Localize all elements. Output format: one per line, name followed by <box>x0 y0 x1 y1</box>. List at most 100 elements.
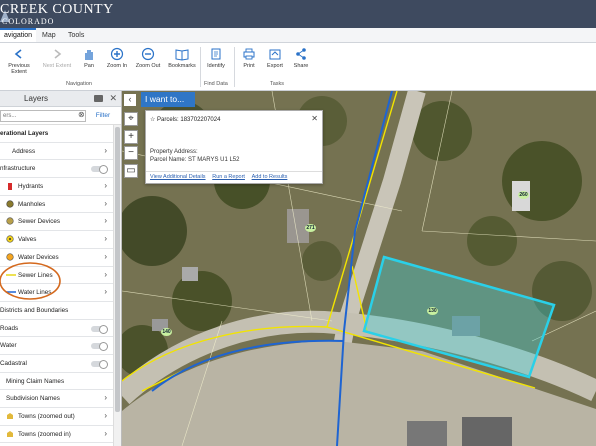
pan-label: Pan <box>84 63 94 69</box>
identify-button[interactable]: Identify <box>199 47 233 69</box>
town-icon <box>6 412 14 420</box>
group-find-data-label: Find Data <box>204 81 228 87</box>
chevron-right-icon[interactable]: › <box>104 252 107 261</box>
chevron-right-icon[interactable]: › <box>104 146 107 155</box>
locate-icon[interactable]: ⌖ <box>124 112 138 126</box>
manhole-icon <box>6 200 14 208</box>
run-report-link[interactable]: Run a Report <box>212 174 245 180</box>
layer-label: nfrastructure <box>0 165 36 173</box>
layer-row[interactable]: Sewer Devices › <box>0 213 121 232</box>
share-label: Share <box>293 63 309 69</box>
hydrant-icon <box>6 182 14 191</box>
layer-row[interactable]: Valves › <box>0 231 121 249</box>
layer-row[interactable]: Towns (zoomed in) › <box>0 426 121 444</box>
zoom-out-icon <box>141 47 155 61</box>
map-zoom-in-button[interactable]: + <box>124 130 138 144</box>
layer-label: Water <box>0 342 17 350</box>
layer-label: Cadastral <box>0 359 27 367</box>
layer-label: Roads <box>0 324 19 332</box>
layer-label: Subdivision Names <box>6 395 60 403</box>
layer-visibility-toggle[interactable] <box>91 324 108 334</box>
layer-row[interactable]: Towns (zoomed out) › <box>0 408 121 426</box>
filter-button[interactable]: Filter <box>90 110 116 122</box>
view-details-link[interactable]: View Additional Details <box>150 174 206 180</box>
layers-panel-header: Layers ✕ <box>0 91 121 107</box>
app-header: CREEK COUNTY COLORADO <box>0 0 596 28</box>
chevron-right-icon[interactable]: › <box>104 181 107 190</box>
zoom-in-icon <box>110 47 124 61</box>
scrollbar-thumb[interactable] <box>115 127 120 412</box>
layer-visibility-toggle[interactable] <box>91 342 108 352</box>
layer-row[interactable]: Mining Claim Names <box>0 373 121 391</box>
layer-list-scrollbar[interactable] <box>113 125 121 446</box>
zoom-in-button[interactable]: Zoom In <box>100 47 134 69</box>
bookmarks-button[interactable]: Bookmarks <box>165 47 199 69</box>
tab-map[interactable]: Map <box>38 30 60 41</box>
chevron-right-icon[interactable]: › <box>104 393 107 402</box>
layer-row[interactable]: Cadastral <box>0 355 121 373</box>
layers-panel-title: Layers <box>24 94 49 103</box>
town-icon <box>6 430 14 438</box>
identify-label: Identify <box>207 63 225 69</box>
print-label: Print <box>243 63 255 69</box>
layers-panel: Layers ✕ ⊗ Filter erational Layers Addres… <box>0 91 122 446</box>
layer-visibility-toggle[interactable] <box>91 359 108 369</box>
add-to-results-link[interactable]: Add to Results <box>252 174 288 180</box>
layer-row[interactable]: Roads <box>0 320 121 338</box>
layer-row[interactable]: Hydrants › <box>0 178 121 196</box>
layer-row[interactable]: erational Layers <box>0 125 121 143</box>
previous-extent-button[interactable]: Previous Extent <box>2 47 36 75</box>
zoom-in-label: Zoom In <box>106 63 128 69</box>
clear-filter-icon[interactable]: ⊗ <box>78 110 85 119</box>
identify-icon <box>211 48 221 60</box>
layer-label: Hydrants <box>18 183 44 191</box>
map-book-icon[interactable]: ▭ <box>124 164 138 178</box>
chevron-right-icon[interactable]: › <box>104 199 107 208</box>
chevron-right-icon[interactable]: › <box>104 287 107 296</box>
layer-row[interactable]: Manholes › <box>0 196 121 214</box>
i-want-to-button[interactable]: I want to... <box>141 92 195 107</box>
layer-label: Water Devices <box>18 253 59 261</box>
annotation-ellipse <box>0 262 61 300</box>
popup-title-row: ☆ Parcels: 183702207024 <box>150 116 220 123</box>
layer-label: Districts and Boundaries <box>0 306 69 314</box>
ribbon-tabs: avigation Map Tools <box>0 28 596 43</box>
map-zoom-out-button[interactable]: − <box>124 146 138 160</box>
layer-filter-bar: ⊗ Filter <box>0 107 121 125</box>
arrow-left-icon <box>14 49 22 59</box>
panel-dock-icon[interactable] <box>94 95 103 102</box>
chevron-right-icon[interactable]: › <box>104 216 107 225</box>
next-extent-button[interactable]: Next Extent <box>40 47 74 69</box>
valve-icon <box>6 235 14 243</box>
export-icon <box>269 49 281 60</box>
layer-row[interactable]: Districts and Boundaries <box>0 302 121 320</box>
layer-label: Valves <box>18 236 37 244</box>
chevron-right-icon[interactable]: › <box>104 411 107 420</box>
next-extent-label: Next Extent <box>42 63 72 69</box>
layer-label: Towns (zoomed out) <box>18 413 75 420</box>
chevron-right-icon[interactable]: › <box>104 270 107 279</box>
layer-row[interactable]: Water <box>0 337 121 355</box>
layer-visibility-toggle[interactable] <box>91 165 108 175</box>
zoom-out-button[interactable]: Zoom Out <box>131 47 165 69</box>
tab-navigation[interactable]: avigation <box>0 28 37 42</box>
layer-row[interactable]: nfrastructure <box>0 160 121 179</box>
popup-close-icon[interactable]: ✕ <box>311 114 318 123</box>
identify-popup: ☆ Parcels: 183702207024 ✕ Property Addre… <box>145 110 323 184</box>
close-icon[interactable]: ✕ <box>109 93 117 104</box>
layer-label: Towns (zoomed in) <box>18 430 71 438</box>
layer-row[interactable]: Address › <box>0 143 121 161</box>
tab-tools[interactable]: Tools <box>64 30 88 41</box>
share-button[interactable]: Share <box>284 47 318 69</box>
layer-label: Address <box>12 147 36 155</box>
chevron-right-icon[interactable]: › <box>104 429 107 438</box>
property-address: Property Address: <box>150 149 198 155</box>
chevron-right-icon[interactable]: › <box>104 234 107 243</box>
layer-row[interactable]: Subdivision Names › <box>0 390 121 408</box>
collapse-panel-icon[interactable]: ‹ <box>124 94 136 106</box>
star-icon[interactable]: ☆ <box>150 117 157 123</box>
printer-icon <box>243 48 255 60</box>
map-label-271: 271 <box>305 224 316 232</box>
layer-filter-input[interactable] <box>0 110 86 122</box>
app-title: CREEK COUNTY <box>0 2 114 17</box>
